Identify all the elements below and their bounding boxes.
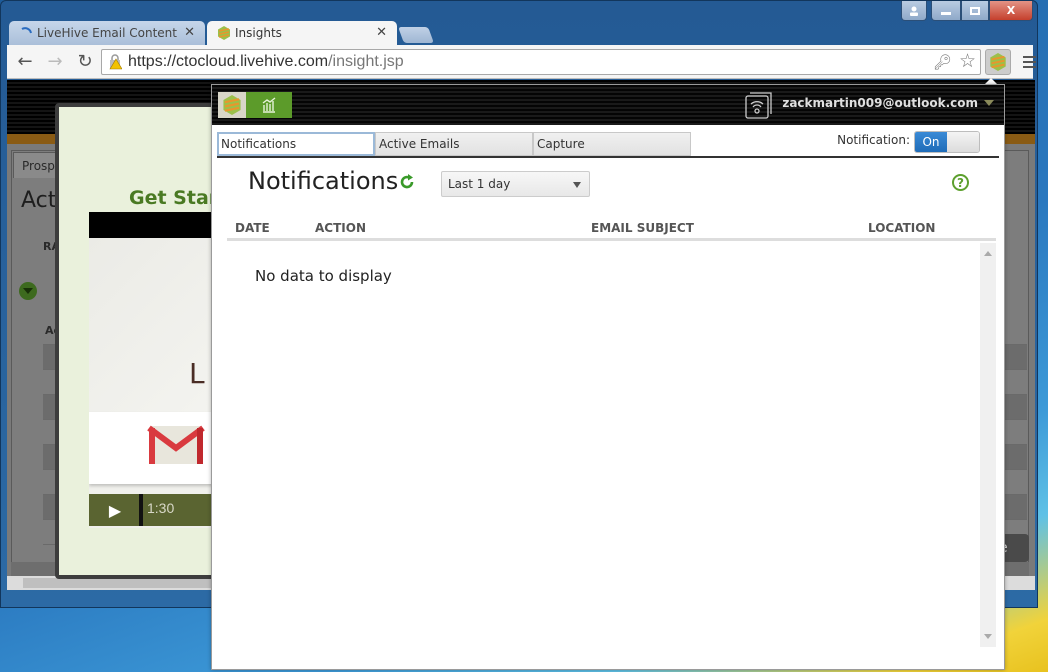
empty-state-message: No data to display	[255, 267, 392, 285]
section-title: Notifications	[248, 167, 399, 195]
reload-icon: ↻	[77, 51, 93, 72]
scroll-down-icon[interactable]	[984, 634, 992, 639]
column-header-date[interactable]: DATE	[235, 221, 270, 235]
tab-notifications[interactable]: Notifications	[217, 132, 375, 156]
column-header-action[interactable]: ACTION	[315, 221, 366, 235]
maximize-icon	[970, 6, 980, 15]
livehive-home-button[interactable]	[218, 92, 246, 118]
tab-label: Insights	[235, 26, 282, 40]
key-icon[interactable]: 🔑︎	[933, 53, 952, 71]
popup-header: zackmartin009@outlook.com	[212, 85, 1004, 125]
window-controls: X	[901, 1, 1033, 21]
livehive-extension-button[interactable]	[985, 49, 1011, 75]
tab-livehive-email[interactable]: LiveHive Email Content Tr ✕	[9, 21, 205, 45]
hamburger-icon	[1022, 56, 1036, 58]
bar-chart-icon	[262, 97, 276, 113]
loading-spinner-icon	[21, 27, 32, 34]
minimize-button[interactable]	[931, 1, 961, 21]
insights-button[interactable]	[246, 92, 292, 118]
chrome-menu-button[interactable]	[1019, 51, 1039, 73]
livehive-logo-icon	[218, 26, 230, 40]
profile-button[interactable]	[901, 1, 927, 21]
video-duration: 1:30	[147, 500, 175, 516]
video-controls: ▶ 1:30	[89, 494, 229, 526]
tab-close-icon[interactable]: ✕	[184, 25, 195, 40]
toggle-on-label: On	[915, 132, 947, 152]
time-range-select[interactable]: Last 1 day	[441, 171, 590, 197]
video-banner	[89, 412, 229, 484]
close-window-button[interactable]: X	[989, 1, 1033, 21]
tab-close-icon[interactable]: ✕	[376, 25, 387, 40]
get-started-modal: Get Started LI ▶ 1:30	[55, 103, 254, 579]
tabs-divider	[217, 156, 999, 158]
url-path: /insight.jsp	[328, 53, 404, 70]
chevron-down-icon	[984, 100, 994, 106]
forward-button[interactable]: →	[43, 50, 67, 74]
tab-capture[interactable]: Capture	[533, 132, 691, 156]
close-icon: X	[1006, 4, 1016, 17]
notification-label: Notification:	[837, 133, 910, 147]
maximize-button[interactable]	[961, 1, 989, 21]
user-email: zackmartin009@outlook.com	[782, 96, 978, 110]
address-bar[interactable]: https://ctocloud.livehive.com/insight.js…	[101, 49, 981, 75]
browser-toolbar: ← → ↻ https://ctocloud.livehive.com/insi…	[7, 45, 1036, 79]
tab-label: LiveHive Email Content Tr	[37, 26, 177, 40]
livehive-logo-icon	[223, 95, 241, 115]
extension-popup: zackmartin009@outlook.com Notifications …	[211, 84, 1005, 670]
notification-toggle[interactable]: On	[914, 131, 980, 153]
tab-strip: LiveHive Email Content Tr ✕ Insights ✕	[9, 21, 434, 45]
play-button[interactable]: ▶	[89, 494, 141, 526]
forward-arrow-icon: →	[47, 51, 63, 72]
column-header-email-subject[interactable]: EMAIL SUBJECT	[591, 221, 694, 235]
table-body: No data to display	[227, 243, 996, 647]
minimize-icon	[941, 12, 951, 15]
time-range-value: Last 1 day	[448, 177, 511, 191]
reload-button[interactable]: ↻	[73, 50, 97, 74]
progress-divider	[139, 494, 143, 526]
user-menu[interactable]: zackmartin009@outlook.com	[782, 96, 994, 110]
tab-insights[interactable]: Insights ✕	[207, 21, 397, 45]
table-header: DATE ACTION EMAIL SUBJECT LOCATION	[227, 219, 996, 241]
scrollbar-thumb[interactable]	[23, 578, 223, 588]
new-tab-button[interactable]	[398, 27, 434, 43]
wireless-device-icon[interactable]	[744, 92, 772, 120]
livehive-logo-icon	[990, 53, 1006, 71]
help-icon[interactable]: ?	[952, 174, 969, 191]
vertical-scrollbar[interactable]	[980, 243, 996, 647]
play-icon: ▶	[108, 500, 122, 520]
expand-arrow-icon[interactable]	[19, 282, 37, 300]
dropdown-arrow-icon	[573, 182, 581, 188]
lock-warning-icon	[109, 54, 122, 70]
intro-video[interactable]: LI ▶ 1:30	[89, 212, 229, 528]
gmail-icon	[147, 425, 205, 464]
back-button[interactable]: ←	[13, 50, 37, 74]
toggle-off-area	[947, 132, 979, 152]
column-header-location[interactable]: LOCATION	[868, 221, 935, 235]
popup-tabs: Notifications Active Emails Capture	[217, 132, 691, 156]
bookmark-star-icon[interactable]: ☆	[959, 50, 976, 73]
user-icon	[910, 6, 918, 16]
url-host: https://ctocloud.livehive.com	[128, 53, 329, 70]
refresh-icon[interactable]	[398, 173, 416, 191]
scroll-up-icon[interactable]	[984, 251, 992, 256]
video-top-bar	[89, 212, 229, 238]
tab-active-emails[interactable]: Active Emails	[375, 132, 533, 156]
back-arrow-icon: ←	[17, 51, 33, 72]
